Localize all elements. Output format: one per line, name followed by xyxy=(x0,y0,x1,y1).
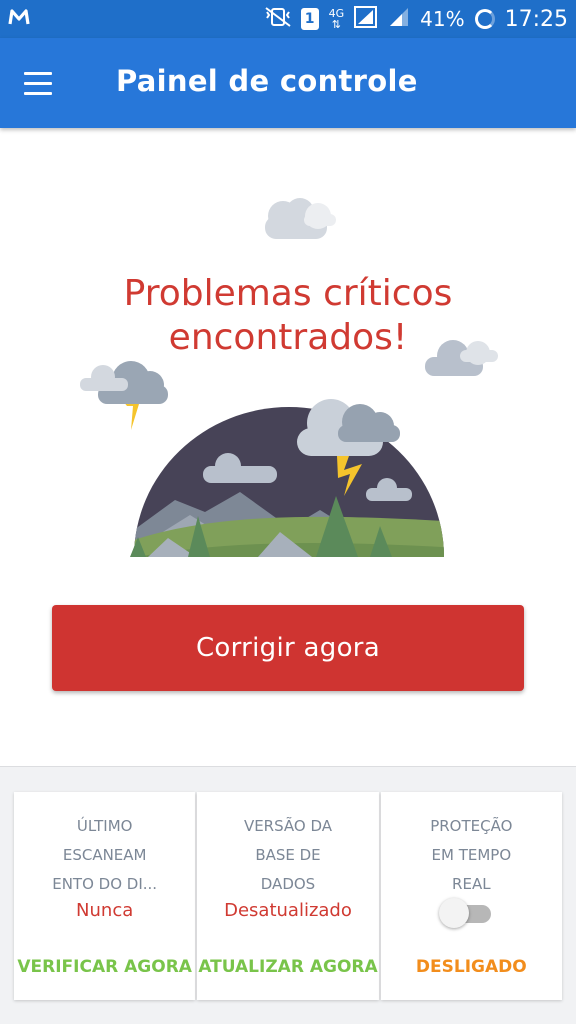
last-scan-status: Nunca xyxy=(76,900,134,921)
menu-icon[interactable] xyxy=(20,64,60,104)
update-now-link[interactable]: ATUALIZAR AGORA xyxy=(197,957,378,977)
battery-ring-icon xyxy=(474,9,495,29)
cloud-icon xyxy=(265,198,336,239)
critical-headline: Problemas críticos encontrados! xyxy=(0,272,576,360)
realtime-protection-card[interactable]: PROTEÇÃO EM TEMPO REAL DESLIGADO xyxy=(380,792,562,1000)
malwarebytes-icon xyxy=(8,6,30,32)
sim-slot-icon: 1 xyxy=(300,8,319,30)
battery-percent: 41% xyxy=(420,7,465,31)
database-status: Desatualizado xyxy=(224,900,352,921)
app-bar: Painel de controle xyxy=(0,38,576,128)
signal-icon-2 xyxy=(388,6,410,33)
realtime-protection-toggle[interactable] xyxy=(438,898,495,928)
storm-illustration xyxy=(80,198,498,557)
status-bar: 1 4G ⇅ 41% 17:25 xyxy=(0,0,576,38)
card-label: VERSÃO DA BASE DE DADOS xyxy=(243,817,333,893)
card-label: PROTEÇÃO EM TEMPO REAL xyxy=(430,817,513,893)
headline-line-1: Problemas críticos xyxy=(123,273,453,314)
scan-now-link[interactable]: VERIFICAR AGORA xyxy=(14,957,195,977)
fix-now-button[interactable]: Corrigir agora xyxy=(52,605,524,691)
card-label: ÚLTIMO ESCANEAM ENTO DO DI... xyxy=(52,817,158,893)
headline-line-2: encontrados! xyxy=(168,317,408,358)
signal-icon-1 xyxy=(354,5,378,33)
network-type-icon: 4G ⇅ xyxy=(328,7,345,31)
vibrate-mute-icon xyxy=(265,6,291,33)
status-cards-area: ÚLTIMO ESCANEAM ENTO DO DI... Nunca VERI… xyxy=(0,766,576,1024)
clock: 17:25 xyxy=(504,6,568,32)
page-title: Painel de controle xyxy=(116,64,418,98)
storm-cloud-icon xyxy=(80,361,168,430)
database-version-card[interactable]: VERSÃO DA BASE DE DADOS Desatualizado AT… xyxy=(197,792,379,1000)
landscape-dome xyxy=(130,407,444,557)
last-scan-card[interactable]: ÚLTIMO ESCANEAM ENTO DO DI... Nunca VERI… xyxy=(14,792,196,1000)
protection-off-label[interactable]: DESLIGADO xyxy=(381,957,562,977)
